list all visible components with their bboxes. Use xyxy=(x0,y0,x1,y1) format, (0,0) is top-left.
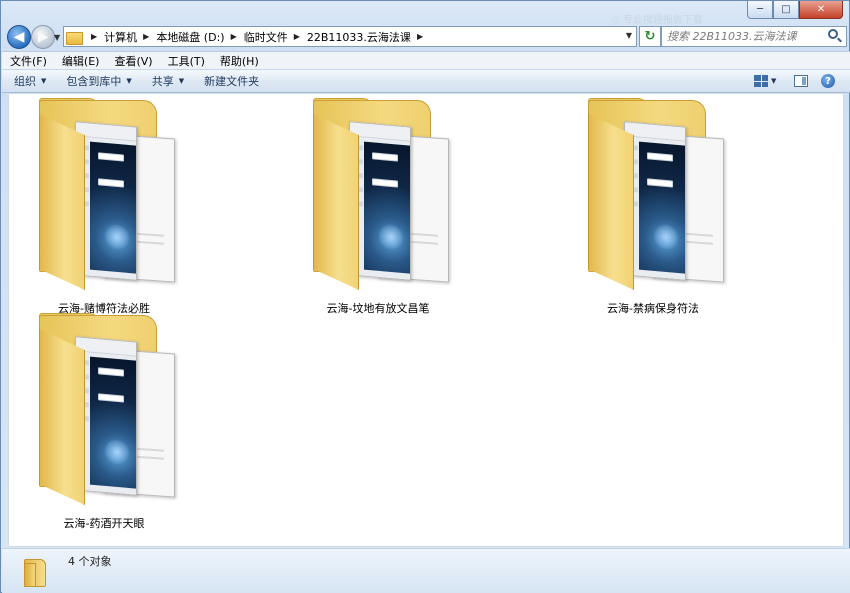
title-bar: ◎ 专业搜题报告下载 ─ □ ✕ xyxy=(1,1,849,26)
address-bar[interactable]: ▶ 计算机 ▶ 本地磁盘 (D:) ▶ 临时文件 ▶ 22B11033.云海法课 ▶ ▼ xyxy=(63,26,637,47)
chevron-down-icon: ▼ xyxy=(126,77,132,85)
include-in-library-label: 包含到库中 xyxy=(66,75,122,88)
menu-view[interactable]: 查看(V) xyxy=(114,53,152,69)
chevron-down-icon: ▼ xyxy=(41,77,47,85)
minimize-button[interactable]: ─ xyxy=(747,1,773,19)
share-button[interactable]: 共享 ▼ xyxy=(152,73,184,89)
folder-name[interactable]: 云海-禁病保身符法 xyxy=(558,300,748,316)
command-bar: 组织 ▼ 包含到库中 ▼ 共享 ▼ 新建文件夹 ▼ ? xyxy=(2,69,850,93)
menu-file[interactable]: 文件(F) xyxy=(10,53,47,69)
address-history-chevron-down-icon[interactable]: ▼ xyxy=(626,31,632,40)
change-view-icon[interactable] xyxy=(754,75,768,87)
organize-label: 组织 xyxy=(14,75,36,88)
file-list[interactable]: 云海-赌博符法必胜 云海-坟地有放文昌笔 云海-禁病保身符法 云海-药酒开天眼 xyxy=(8,93,844,547)
chevron-right-icon[interactable]: ▶ xyxy=(231,32,237,41)
breadcrumb-label: 22B11033.云海法课 xyxy=(306,30,411,44)
folder-name[interactable]: 云海-药酒开天眼 xyxy=(9,515,199,531)
item-count: 4 个对象 xyxy=(68,555,112,568)
close-button[interactable]: ✕ xyxy=(799,1,843,19)
breadcrumb-item-current-folder[interactable]: 22B11033.云海法课 ▶ xyxy=(307,29,430,45)
breadcrumb-label: 临时文件 xyxy=(243,30,288,44)
caption-buttons: ─ □ ✕ xyxy=(747,1,843,19)
menu-bar: 文件(F) 编辑(E) 查看(V) 工具(T) 帮助(H) xyxy=(2,51,850,69)
view-options-chevron-down-icon[interactable]: ▼ xyxy=(771,77,776,85)
navigation-bar: ◀ ▶ ▼ ▶ 计算机 ▶ 本地磁盘 (D:) ▶ 临时文件 ▶ 22B11033.云… xyxy=(5,25,847,49)
preview-pane-icon[interactable] xyxy=(794,75,808,87)
recent-pages-chevron-down-icon[interactable]: ▼ xyxy=(54,33,60,42)
folder-icon xyxy=(24,555,50,587)
breadcrumb-item-computer[interactable]: 计算机 ▶ xyxy=(104,29,156,45)
share-label: 共享 xyxy=(151,75,174,88)
folder-thumbnail-icon xyxy=(39,98,179,292)
folder-thumbnail-icon xyxy=(588,98,728,292)
menu-help[interactable]: 帮助(H) xyxy=(220,53,259,69)
watermark-text: ◎ 专业搜题报告下载 xyxy=(611,15,703,26)
breadcrumb-root-arrow[interactable]: ▶ xyxy=(85,32,104,41)
menu-edit[interactable]: 编辑(E) xyxy=(62,53,100,69)
forward-button[interactable]: ▶ xyxy=(31,25,55,49)
chevron-right-icon[interactable]: ▶ xyxy=(143,32,149,41)
maximize-button[interactable]: □ xyxy=(773,1,799,19)
new-folder-button[interactable]: 新建文件夹 xyxy=(204,73,259,89)
chevron-right-icon: ▶ xyxy=(91,32,98,41)
breadcrumb-item-drive-d[interactable]: 本地磁盘 (D:) ▶ xyxy=(156,29,243,45)
folder-name[interactable]: 云海-坟地有放文昌笔 xyxy=(283,300,473,316)
breadcrumb-label: 计算机 xyxy=(104,30,138,44)
breadcrumb-item-temp-files[interactable]: 临时文件 ▶ xyxy=(244,29,307,45)
back-button[interactable]: ◀ xyxy=(7,25,31,49)
include-in-library-button[interactable]: 包含到库中 ▼ xyxy=(66,73,131,89)
chevron-down-icon: ▼ xyxy=(178,77,185,85)
folder-thumbnail-icon xyxy=(313,98,453,292)
folder-thumbnail-icon xyxy=(39,313,179,507)
search-icon[interactable] xyxy=(828,29,838,39)
refresh-button[interactable]: ↻ xyxy=(639,26,661,47)
explorer-window: ◎ 专业搜题报告下载 ─ □ ✕ ◀ ▶ ▼ ▶ 计算机 ▶ 本地磁盘 (D:) ▶… xyxy=(0,0,850,593)
folder-icon xyxy=(66,30,83,45)
breadcrumb-label: 本地磁盘 (D:) xyxy=(156,30,225,44)
organize-button[interactable]: 组织 ▼ xyxy=(14,73,46,89)
status-bar: 4 个对象 xyxy=(2,548,850,593)
folder-name[interactable]: 云海-赌博符法必胜 xyxy=(9,300,199,316)
chevron-right-icon[interactable]: ▶ xyxy=(417,32,423,41)
search-input[interactable]: 搜索 22B11033.云海法课 xyxy=(661,26,847,47)
menu-tools[interactable]: 工具(T) xyxy=(168,53,205,69)
help-icon[interactable]: ? xyxy=(821,74,835,88)
chevron-right-icon[interactable]: ▶ xyxy=(294,32,300,41)
